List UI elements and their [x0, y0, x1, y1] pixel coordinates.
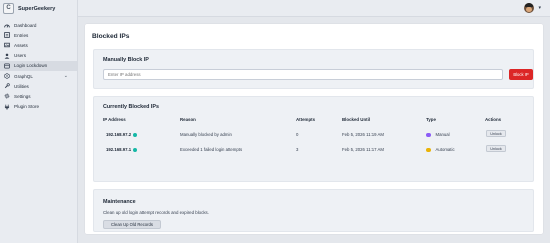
sidebar-item-utilities[interactable]: Utilities [0, 81, 77, 91]
ip-address: 192.168.97.1 [106, 147, 132, 152]
type-cell: Automatic [426, 147, 455, 153]
reason-cell: Exceeded 1 failed login attempts [180, 147, 243, 152]
ip-address-input[interactable] [103, 69, 503, 80]
column-header-attempts: Attempts [296, 117, 316, 122]
lockdown-icon [4, 63, 10, 69]
sidebar-item-label: Plugin Store [14, 104, 40, 110]
blocked-until-cell: Feb 5, 2026 11:17 AM [342, 147, 384, 152]
sidebar-item-login-lockdown[interactable]: Login Lockdown [0, 60, 77, 71]
site-logo-icon: C [3, 3, 14, 14]
users-icon [4, 53, 10, 59]
unlock-button[interactable]: Unlock [486, 130, 506, 137]
type-cell: Manual [426, 132, 450, 138]
sidebar-item-dashboard[interactable]: Dashboard [0, 20, 77, 30]
sidebar-item-label: Settings [14, 93, 31, 99]
column-header-blocked-until: Blocked Until [342, 117, 371, 122]
dashboard-icon [4, 22, 10, 28]
settings-icon [4, 93, 10, 99]
attempts-cell: 0 [296, 132, 299, 137]
sidebar-item-plugin-store[interactable]: Plugin Store [0, 102, 77, 112]
entries-icon [4, 32, 10, 39]
manual-block-title: Manually Block IP [103, 57, 149, 63]
chevron-down-icon[interactable]: ⌄ [64, 73, 68, 79]
maintenance-description: Clean up old login attempt records and e… [103, 210, 209, 215]
reason-cell: Manually blocked by admin [180, 132, 232, 137]
sidebar-item-label: Dashboard [14, 22, 37, 28]
blocked-until-cell: Feb 5, 2026 11:19 AM [342, 132, 384, 137]
sidebar-item-settings[interactable]: Settings [0, 91, 77, 101]
sidebar-item-label: Assets [14, 42, 28, 48]
type-label: Manual [435, 132, 450, 137]
manual-block-card: Manually Block IP Block IP [93, 49, 534, 89]
maintenance-card: Maintenance Clean up old login attempt r… [93, 189, 534, 232]
chevron-down-icon[interactable]: ▾ [538, 5, 541, 11]
sidebar-nav: Dashboard Entries Assets Users Login Loc… [0, 20, 77, 112]
sidebar-item-label: Login Lockdown [14, 63, 48, 69]
sidebar-item-label: Utilities [14, 83, 29, 89]
maintenance-title: Maintenance [103, 199, 136, 205]
column-header-reason: Reason [180, 117, 196, 122]
sidebar-item-users[interactable]: Users [0, 51, 77, 61]
sidebar-item-assets[interactable]: Assets [0, 40, 77, 50]
sidebar-item-label: Entries [14, 32, 29, 38]
attempts-cell: 3 [296, 147, 299, 152]
top-header: ▾ [78, 0, 550, 17]
block-ip-button[interactable]: Block IP [509, 69, 533, 80]
blocked-ips-card: Currently Blocked IPs IP Address Reason … [93, 96, 534, 182]
ip-cell: 192.168.97.2 [106, 132, 137, 137]
manual-type-dot-icon [426, 132, 431, 138]
assets-icon [4, 42, 10, 48]
main-panel: Blocked IPs Manually Block IP Block IP C… [85, 24, 543, 234]
sidebar: C SuperGeekery Dashboard Entries Assets [0, 0, 78, 243]
plugin-store-icon [4, 104, 10, 110]
ip-address: 192.168.97.2 [106, 132, 132, 137]
column-header-type: Type [426, 117, 436, 122]
blocked-ips-title: Currently Blocked IPs [103, 104, 160, 110]
sidebar-item-graphql[interactable]: GraphQL ⌄ [0, 71, 77, 81]
unlock-button[interactable]: Unlock [486, 145, 506, 152]
graphql-icon [4, 73, 10, 79]
avatar[interactable] [524, 3, 534, 13]
sidebar-item-label: GraphQL [14, 73, 33, 79]
status-dot-icon [132, 132, 137, 137]
brand[interactable]: C SuperGeekery [0, 0, 77, 17]
clean-up-records-button[interactable]: Clean Up Old Records [103, 220, 161, 229]
column-header-ip: IP Address [103, 117, 126, 122]
ip-cell: 192.168.97.1 [106, 147, 137, 152]
site-name: SuperGeekery [18, 5, 56, 12]
sidebar-item-label: Users [14, 53, 26, 59]
page-title: Blocked IPs [92, 33, 130, 40]
column-header-actions: Actions [485, 117, 502, 122]
sidebar-item-entries[interactable]: Entries [0, 30, 77, 40]
automatic-type-dot-icon [426, 147, 431, 153]
status-dot-icon [132, 147, 137, 152]
type-label: Automatic [435, 147, 455, 152]
utilities-icon [4, 83, 10, 89]
